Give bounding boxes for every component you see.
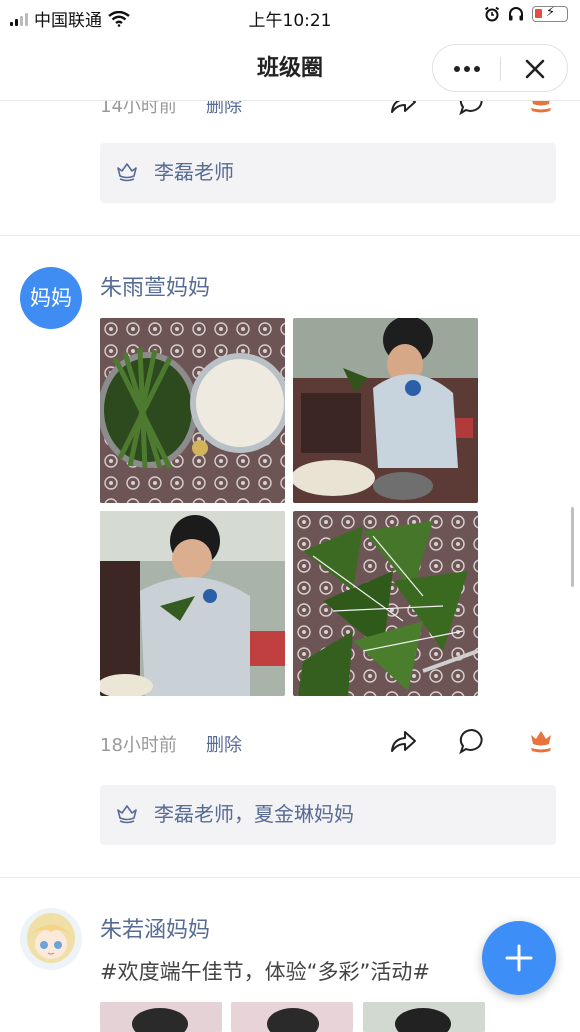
close-icon[interactable] <box>519 53 551 85</box>
post-text: #欢度端午佳节，体验“多彩”活动# <box>100 960 430 984</box>
liked-by: 李磊老师，夏金琳妈妈 <box>154 802 354 826</box>
nav-header: 班级圈 <box>0 34 580 101</box>
likes-box: 李磊老师 <box>100 143 556 203</box>
post-photo[interactable] <box>100 1002 222 1032</box>
headphones-icon <box>509 7 523 21</box>
prev-post-meta: 14小时前 删除 <box>0 101 580 121</box>
plus-icon <box>505 944 533 972</box>
author-name[interactable]: 朱若涵妈妈 <box>100 912 210 944</box>
post-time: 14小时前 <box>100 101 177 117</box>
more-icon[interactable] <box>451 57 483 81</box>
author-name[interactable]: 朱雨萱妈妈 <box>100 270 210 302</box>
post-time: 18小时前 <box>100 735 177 756</box>
delete-link[interactable]: 删除 <box>206 731 242 757</box>
flower-icon[interactable] <box>527 101 555 115</box>
alarm-icon <box>484 6 500 22</box>
divider <box>0 877 580 878</box>
post-photo[interactable] <box>293 318 478 503</box>
comment-icon[interactable] <box>457 101 487 117</box>
liked-by: 李磊老师 <box>154 160 234 184</box>
flower-icon[interactable] <box>527 727 555 755</box>
post-photo[interactable] <box>100 318 285 503</box>
divider <box>0 235 580 236</box>
like-flower-icon <box>117 805 137 824</box>
battery-icon: ⚡ <box>532 5 568 22</box>
status-bar: 中国联通 上午10:21 ⚡ <box>0 0 580 34</box>
avatar[interactable] <box>20 908 82 970</box>
mini-program-capsule <box>432 44 568 92</box>
post-photo[interactable] <box>363 1002 485 1032</box>
likes-box: 李磊老师，夏金琳妈妈 <box>100 785 556 845</box>
scrollbar[interactable] <box>571 507 574 587</box>
delete-link[interactable]: 删除 <box>206 101 242 118</box>
comment-icon[interactable] <box>457 726 487 756</box>
share-icon[interactable] <box>388 101 418 117</box>
share-icon[interactable] <box>388 726 418 756</box>
post-photo[interactable] <box>293 511 478 696</box>
post-photo[interactable] <box>231 1002 353 1032</box>
like-flower-icon <box>117 163 137 182</box>
avatar[interactable]: 妈妈 <box>20 267 82 329</box>
add-post-button[interactable] <box>482 921 556 995</box>
post-photo[interactable] <box>100 511 285 696</box>
